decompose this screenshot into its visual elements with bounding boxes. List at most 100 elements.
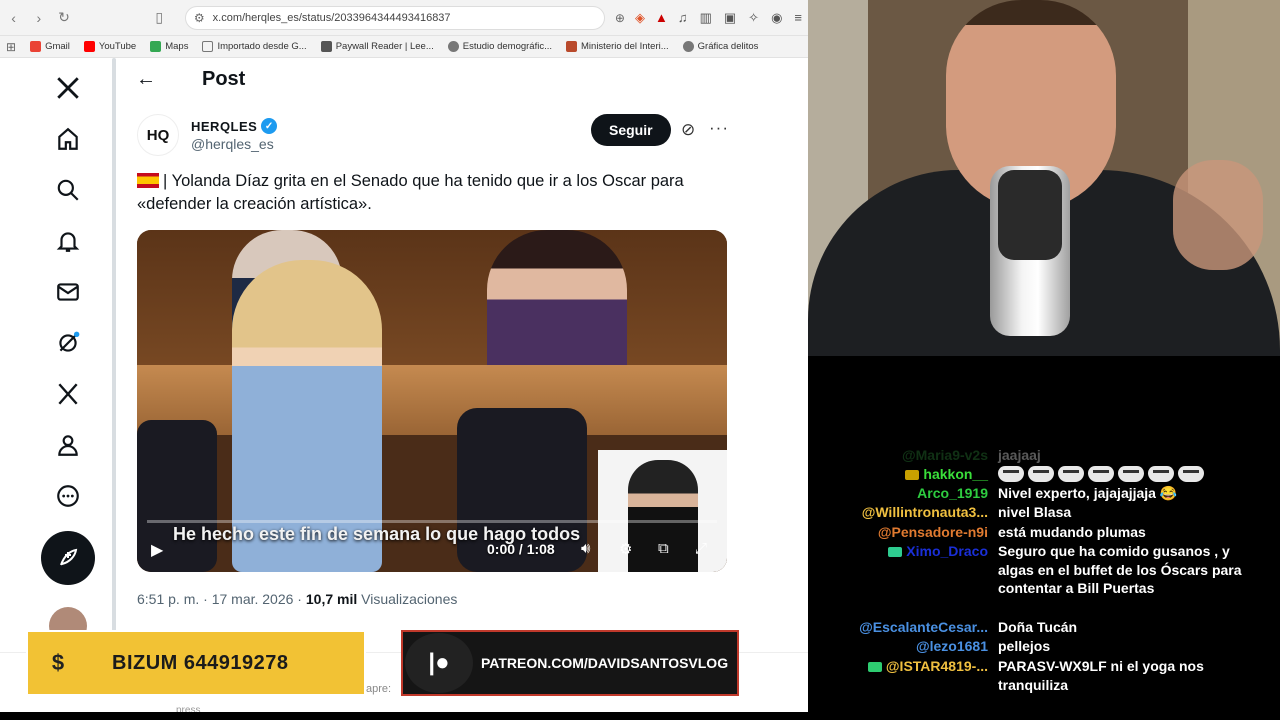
media-icon[interactable]: ♫	[678, 10, 688, 26]
chat-username[interactable]: @Pensadore-n9i	[808, 523, 998, 542]
chat-message: hakkon__	[808, 465, 1280, 484]
play-icon[interactable]: ▶	[151, 540, 163, 560]
bookmark-item[interactable]: Maps	[150, 41, 188, 52]
post-author[interactable]: HQ HERQLES ✓ @herqles_es	[137, 114, 278, 156]
pip-icon[interactable]: ⧉	[658, 540, 669, 557]
post-metadata: 6:51 p. m. · 17 mar. 2026 · 10,7 mil Vis…	[137, 591, 457, 607]
bookmark-item[interactable]: Paywall Reader | Lee...	[320, 41, 434, 52]
bookmark-favicon	[566, 41, 578, 52]
bookmark-item[interactable]: Importado desde G...	[202, 41, 307, 52]
more-options-icon[interactable]: ···	[709, 118, 729, 138]
chat-username[interactable]: hakkon__	[808, 465, 998, 484]
brave-shield-icon[interactable]: ◈	[635, 10, 645, 26]
chat-username[interactable]: @Willintronauta3...	[808, 503, 998, 522]
mail-icon[interactable]	[46, 270, 90, 314]
bookmark-favicon	[83, 41, 95, 52]
bookmark-item[interactable]: Gmail	[30, 41, 70, 52]
chat-username[interactable]: @EscalanteCesar...	[808, 618, 998, 637]
wallet-icon[interactable]: ▣	[724, 10, 736, 26]
chat-badge-icon	[867, 662, 882, 672]
forward-arrow-icon[interactable]: ›	[31, 10, 46, 26]
bookmark-favicon	[320, 41, 332, 52]
bookmark-label: Paywall Reader | Lee...	[335, 41, 434, 52]
dollar-icon: $	[51, 650, 65, 675]
chat-username-text: Arco_1919	[917, 485, 988, 501]
chat-username-text: @Pensadore-n9i	[877, 524, 988, 540]
author-avatar[interactable]: HQ	[137, 114, 179, 156]
bookmark-label: YouTube	[98, 41, 137, 52]
sidebar-icon[interactable]: ▥	[700, 10, 712, 26]
scrollbar[interactable]	[112, 58, 116, 658]
chat-username[interactable]: Arco_1919	[808, 484, 998, 503]
video-progress-bar[interactable]	[147, 520, 717, 523]
url-text: x.com/herqles_es/status/2033964344493416…	[212, 11, 451, 24]
more-circle-icon[interactable]	[46, 474, 90, 518]
chat-message-text: Seguro que ha comido gusanos , y algas e…	[998, 543, 1242, 596]
chat-message: @Maria9-v2s jaajaaj	[808, 446, 1280, 465]
settings-gear-icon[interactable]: ⚙	[619, 540, 632, 558]
chat-username[interactable]: @ISTAR4819-...	[808, 657, 998, 694]
x-sidebar-nav	[40, 66, 96, 645]
chat-emote-icon	[1148, 466, 1174, 482]
browser-window: ‹ › ↻ ▯ ⚙ x.com/herqles_es/status/203396…	[0, 0, 808, 712]
compose-post-button[interactable]	[41, 531, 95, 585]
bell-icon[interactable]	[46, 219, 90, 263]
chat-badge-icon	[905, 470, 920, 480]
profile-icon[interactable]	[46, 423, 90, 467]
zoom-icon[interactable]: ⊕	[615, 11, 625, 25]
home-icon[interactable]	[46, 117, 90, 161]
chat-message: Ximo_Draco Seguro que ha comido gusanos ,…	[808, 542, 1280, 598]
vpn-icon[interactable]: ◉	[771, 10, 782, 26]
chat-emote-icon	[1058, 466, 1084, 482]
menu-icon[interactable]: ≡	[794, 10, 802, 26]
author-handle[interactable]: @herqles_es	[191, 136, 277, 152]
x-logo-icon[interactable]	[46, 66, 90, 110]
x-premium-icon[interactable]	[46, 372, 90, 416]
chat-emote-icon	[1028, 466, 1054, 482]
back-arrow-icon[interactable]: ‹	[6, 10, 21, 26]
chat-username[interactable]: Ximo_Draco	[808, 542, 998, 598]
apps-grid-icon[interactable]: ⊞	[6, 40, 16, 54]
chat-username-text: hakkon__	[923, 466, 988, 482]
chat-username[interactable]: @Maria9-v2s	[808, 446, 998, 465]
chat-username-text: @lezo1681	[915, 638, 988, 654]
video-player[interactable]: He hecho este fin de semana lo que hago …	[137, 230, 727, 572]
chat-message: @ISTAR4819-... PARASV-WX9LF ni el yoga no…	[808, 657, 1280, 694]
chat-message-text: Doña Tucán	[998, 619, 1078, 635]
partial-text: apre:	[366, 683, 392, 695]
video-frame-background	[137, 230, 727, 380]
view-label: Visualizaciones	[357, 591, 458, 607]
patreon-logo-icon: |●	[405, 633, 473, 693]
ai-icon[interactable]: ✧	[748, 10, 759, 26]
patreon-banner: |● PATREON.COM/DAVIDSANTOSVLOG	[401, 630, 739, 696]
fullscreen-icon[interactable]: ⤢	[695, 540, 707, 557]
site-info-icon[interactable]: ⚙	[194, 11, 205, 25]
back-arrow-icon[interactable]: ←	[136, 68, 156, 91]
video-figure	[487, 230, 627, 385]
bookmark-item[interactable]: Ministerio del Interi...	[566, 41, 669, 52]
bookmark-item[interactable]: Estudio demográfic...	[447, 41, 553, 52]
reload-icon[interactable]: ↻	[56, 9, 71, 26]
post-timestamp[interactable]: 6:51 p. m. · 17 mar. 2026 ·	[137, 591, 306, 607]
webcam-feed	[808, 0, 1280, 356]
bookmark-icon[interactable]: ▯	[152, 9, 167, 26]
bookmark-item[interactable]: YouTube	[83, 41, 137, 52]
author-name[interactable]: HERQLES ✓	[191, 118, 278, 134]
grok-icon[interactable]	[46, 321, 90, 365]
rewards-icon[interactable]: ▲	[655, 10, 668, 25]
grok-explain-icon[interactable]: ⊘	[681, 120, 695, 140]
follow-button[interactable]: Seguir	[591, 114, 671, 146]
chat-message-text: Nivel experto, jajajajjaja 😂	[998, 485, 1178, 501]
volume-icon[interactable]: 🔊︎	[581, 540, 590, 557]
bookmark-item[interactable]: Gráfica delitos	[682, 41, 759, 52]
chat-username[interactable]: @lezo1681	[808, 637, 998, 656]
chat-message-text	[998, 465, 1268, 484]
globe-icon	[447, 41, 459, 52]
bookmark-label: Gráfica delitos	[697, 41, 759, 52]
bookmark-label: Estudio demográfic...	[462, 41, 553, 52]
bookmarks-bar: ⊞ Gmail YouTube Maps Importado desde G..…	[0, 36, 808, 58]
address-bar[interactable]: ⚙ x.com/herqles_es/status/20339643444934…	[184, 5, 605, 30]
search-icon[interactable]	[46, 168, 90, 212]
bookmark-label: Gmail	[45, 41, 70, 52]
bookmark-label: Importado desde G...	[217, 41, 307, 52]
